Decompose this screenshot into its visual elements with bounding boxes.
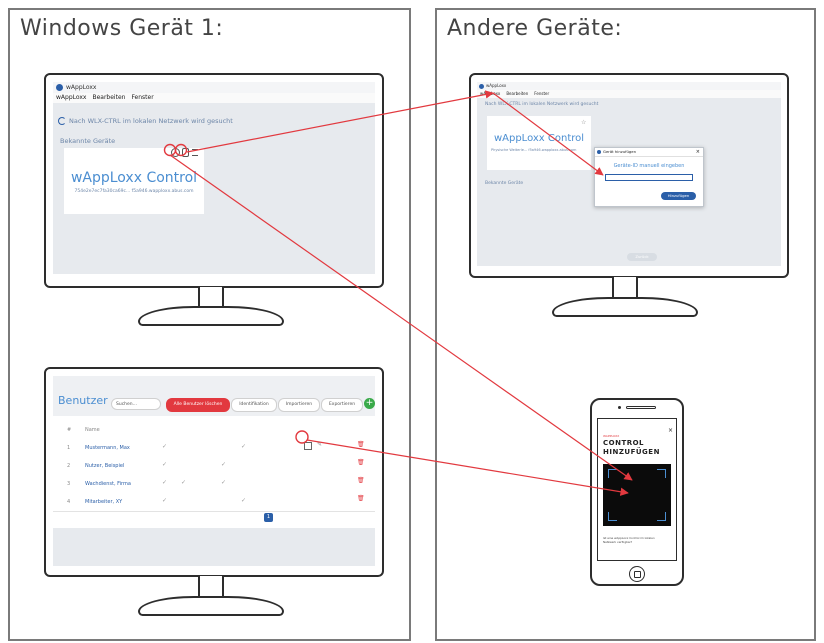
edit-icon[interactable]: ✎ [317,441,322,448]
device-id-input[interactable] [605,174,693,181]
qr-code-icon[interactable] [304,442,312,450]
pagination-current[interactable]: 1 [264,513,273,522]
check-icon: ✓ [221,461,227,468]
smartphone: × WAPPLOXX CONTROL HINZUFÜGEN Ist eine w… [590,398,684,586]
delete-icon[interactable]: 🗑 [357,495,365,502]
app-logo-icon [56,84,63,91]
import-button[interactable]: Importieren [278,398,320,412]
monitor-bottom-left-base [138,596,284,616]
users-title: Benutzer [58,394,108,407]
menu-wapploxx[interactable]: wAppLoxx [480,91,500,96]
permission-checks: ✓ ✓ ✓ ✓ ✓ ✓ ✓ ✓ ✓ [153,421,313,511]
dialog-close-icon[interactable]: × [696,148,700,156]
dialog-logo-icon [597,150,601,154]
other-app-screen: wAppLoxx wAppLoxx Bearbeiten Fenster Nach … [477,82,781,266]
monitor-top-right: wAppLoxx wAppLoxx Bearbeiten Fenster Nach … [469,73,789,278]
known-devices-label: Bekannte Geräte [485,181,524,186]
search-status: Nach WLX-CTRL im lokalen Netzwerk wird g… [485,102,599,107]
menu-icon[interactable] [192,149,198,156]
desktop-app-menubar: wAppLoxx Bearbeiten Fenster [53,93,375,103]
menu-bearbeiten[interactable]: Bearbeiten [506,91,528,96]
phone-heading-1: CONTROL [603,439,645,447]
check-icon: ✓ [162,479,168,486]
monitor-top-right-neck [612,277,638,299]
menu-wapploxx[interactable]: wAppLoxx [56,94,86,101]
device-card[interactable]: wAppLoxx Control Physische Weiterle... f… [487,116,591,170]
phone-camera [618,406,621,409]
phone-screen: × WAPPLOXX CONTROL HINZUFÜGEN Ist eine w… [597,418,677,561]
check-icon: ✓ [162,461,168,468]
spinner-icon [58,117,66,125]
windows-device-title: Windows Gerät 1: [20,16,224,41]
phone-footer-text: Ist eine wAppLoxx Control im lokalen Net… [603,536,655,544]
dialog-prompt: Geräte-ID manuell eingeben [613,163,685,169]
check-icon: ✓ [162,497,168,504]
phone-heading-2: HINZUFÜGEN [603,448,660,456]
delete-icon[interactable]: 🗑 [357,441,365,448]
add-device-dialog: Gerät hinzufügen × Geräte-ID manuell ein… [594,147,704,207]
dialog-titlebar: Gerät hinzufügen [595,148,703,157]
check-icon: ✓ [241,497,247,504]
col-name: Name [85,427,100,433]
check-icon: ✓ [181,479,187,486]
app-logo-icon [479,83,484,89]
star-icon[interactable]: ☆ [581,119,586,126]
users-app-screen: Benutzer Suchen... Alle Benutzer löschen… [53,376,375,566]
qr-scanner-view[interactable] [603,464,671,526]
settings-icon[interactable] [171,148,180,157]
info-icon[interactable] [182,148,189,157]
menu-fenster[interactable]: Fenster [534,91,549,96]
scanner-corner [608,512,617,521]
scanner-corner [608,469,617,478]
delete-icon[interactable]: 🗑 [357,459,365,466]
known-devices-label: Bekannte Geräte [60,137,116,145]
check-icon: ✓ [241,443,247,450]
dialog-title: Gerät hinzufügen [603,149,637,154]
menu-bearbeiten[interactable]: Bearbeiten [92,94,125,101]
phone-brand: WAPPLOXX [603,434,620,438]
monitor-bottom-left: Benutzer Suchen... Alle Benutzer löschen… [44,367,384,577]
device-card-id: 754e2e7ec7fa30ca69c... f5a946.wapploxx.a… [74,189,194,194]
delete-icon[interactable]: 🗑 [357,477,365,484]
scanner-corner [657,469,666,478]
users-footer [53,528,375,566]
phone-speaker [626,406,656,409]
identification-button[interactable]: Identifikation [231,398,277,412]
device-card[interactable]: wAppLoxx Control 754e2e7ec7fa30ca69c... … [64,148,204,214]
device-card-title: wAppLoxx Control [493,133,585,144]
other-app-menubar: wAppLoxx Bearbeiten Fenster [477,90,781,98]
desktop-app-title: wAppLoxx [66,84,97,91]
users-search-input[interactable]: Suchen... [111,398,161,410]
col-num: # [67,427,72,433]
delete-all-users-button[interactable]: Alle Benutzer löschen [166,398,230,412]
search-status: Nach WLX-CTRL im lokalen Netzwerk wird g… [58,117,233,125]
menu-fenster[interactable]: Fenster [131,94,153,101]
export-button[interactable]: Exportieren [321,398,363,412]
monitor-top-right-base [552,297,698,317]
monitor-top-left: wAppLoxx wAppLoxx Bearbeiten Fenster Nach … [44,73,384,288]
check-icon: ✓ [221,479,227,486]
monitor-top-left-base [138,306,284,326]
phone-close-icon[interactable]: × [668,427,673,434]
device-card-title: wAppLoxx Control [70,170,198,186]
device-card-sub: Physische Weiterle... f5a946.wapploxx.ab… [491,148,577,152]
phone-home-button[interactable] [629,566,645,582]
back-button[interactable]: Zurück [627,253,657,261]
check-icon: ✓ [162,443,168,450]
scanner-corner [657,512,666,521]
other-devices-title: Andere Geräte: [447,16,623,41]
desktop-app-screen: wAppLoxx wAppLoxx Bearbeiten Fenster Nach … [53,82,375,274]
monitor-bottom-left-neck [198,576,224,598]
row-actions: ✎ 🗑 🗑 🗑 🗑 [299,439,369,511]
dialog-add-button[interactable]: Hinzufügen [661,192,696,200]
add-user-button[interactable]: + [364,398,375,409]
